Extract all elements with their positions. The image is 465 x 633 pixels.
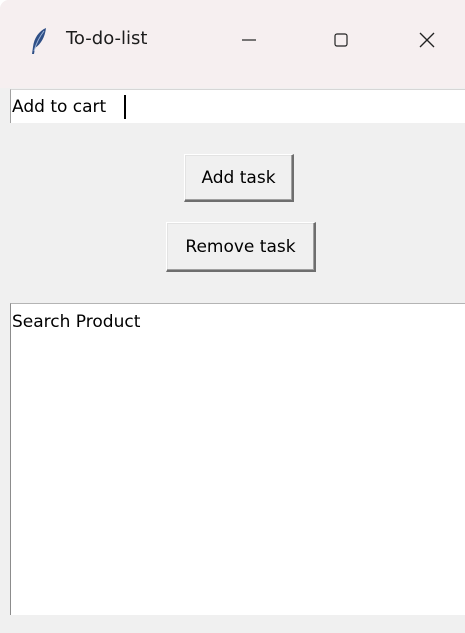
- remove-task-button[interactable]: Remove task: [166, 222, 316, 272]
- add-task-button[interactable]: Add task: [184, 154, 294, 202]
- window-title: To-do-list: [66, 28, 148, 49]
- close-button[interactable]: [404, 20, 450, 60]
- minimize-button[interactable]: [226, 20, 272, 60]
- app-window: To-do-list Add task Remove task Search P…: [0, 0, 465, 633]
- title-bar[interactable]: To-do-list: [0, 0, 465, 88]
- task-listbox[interactable]: Search Product: [10, 303, 465, 615]
- minimize-icon: [242, 39, 256, 41]
- close-icon: [419, 32, 435, 48]
- text-caret: [124, 95, 126, 119]
- task-entry-input[interactable]: [10, 89, 465, 123]
- maximize-icon: [334, 33, 348, 47]
- feather-icon: [30, 27, 48, 55]
- maximize-button[interactable]: [318, 20, 364, 60]
- list-item[interactable]: Search Product: [11, 304, 465, 340]
